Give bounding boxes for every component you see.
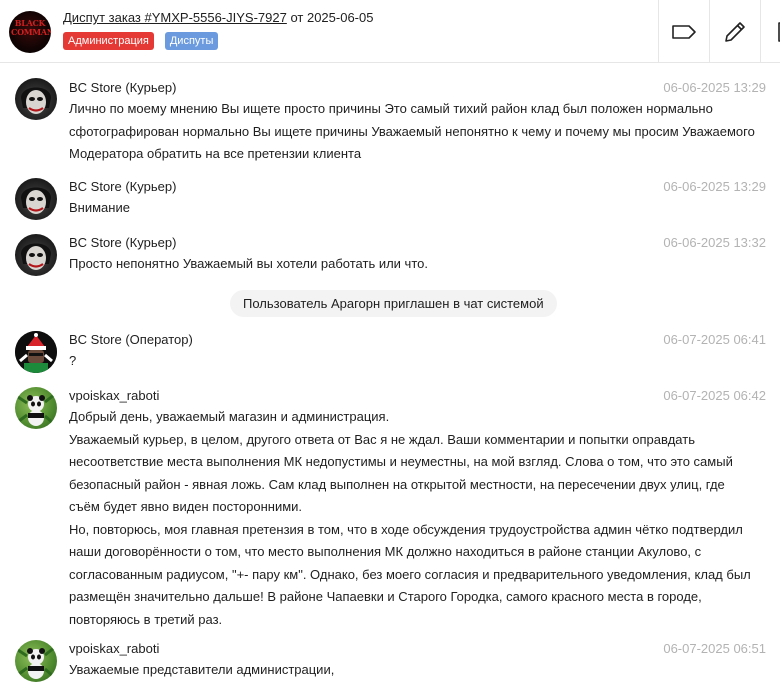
user-avatar (15, 640, 57, 682)
document-button[interactable] (760, 0, 780, 63)
message-text: Уважаемые представители администрации, (69, 659, 759, 682)
joker-face-icon (21, 187, 51, 214)
joker-face-icon (21, 87, 51, 114)
message-line: ? (69, 353, 77, 368)
order-link[interactable]: Диспут заказ #YMXP-5556-JIYS-7927 (63, 10, 287, 25)
message-sender: vpoiskax_raboti (69, 641, 160, 656)
panda-icon (17, 393, 55, 426)
operator-avatar (15, 331, 57, 373)
logo-text: BLACK COMMAND (11, 18, 51, 37)
message-time: 06-07-2025 06:51 (663, 641, 766, 656)
message-line: Уважаемые представители администрации, (69, 662, 335, 677)
message-line: Внимание (69, 200, 130, 215)
message-text: Лично по моему мнению Вы ищете просто пр… (69, 98, 759, 166)
message-line: Просто непонятно Уважаемый вы хотели раб… (69, 256, 428, 271)
dispute-date: от 2025-06-05 (286, 10, 374, 25)
edit-button[interactable] (709, 0, 760, 63)
message-time: 06-06-2025 13:29 (663, 80, 766, 95)
message-line: Лично по моему мнению Вы ищете просто пр… (69, 101, 755, 161)
operator-character-icon (15, 331, 57, 373)
header-actions (658, 0, 780, 63)
message-time: 06-06-2025 13:29 (663, 179, 766, 194)
joker-face-icon (21, 243, 51, 270)
chat-header: BLACK COMMAND Диспут заказ #YMXP-5556-JI… (0, 0, 780, 63)
badge-disputes: Диспуты (164, 32, 219, 50)
dispute-title: Диспут заказ #YMXP-5556-JIYS-7927 от 202… (63, 10, 373, 25)
message-sender: vpoiskax_raboti (69, 388, 160, 403)
message-sender: BC Store (Курьер) (69, 235, 177, 250)
courier-avatar (15, 178, 57, 220)
message-sender: BC Store (Курьер) (69, 80, 177, 95)
message-time: 06-07-2025 06:41 (663, 332, 766, 347)
panda-icon (17, 646, 55, 679)
tag-button[interactable] (658, 0, 709, 63)
message-sender: BC Store (Оператор) (69, 332, 193, 347)
user-avatar (15, 387, 57, 429)
document-icon (778, 21, 780, 42)
badge-administration: Администрация (63, 32, 154, 50)
badges: Администрация Диспуты (63, 32, 219, 50)
message-line: Добрый день, уважаемый магазин и админис… (69, 409, 390, 424)
system-notification: Пользователь Арагорн приглашен в чат сис… (230, 290, 557, 317)
message-text: ? (69, 350, 759, 373)
message-line: Но, повторюсь, моя главная претензия в т… (69, 521, 751, 627)
message-line: Уважаемый курьер, в целом, другого ответ… (69, 431, 733, 515)
message-text: Добрый день, уважаемый магазин и админис… (69, 406, 759, 631)
courier-avatar (15, 234, 57, 276)
tag-icon (672, 24, 696, 39)
courier-avatar (15, 78, 57, 120)
message-time: 06-06-2025 13:32 (663, 235, 766, 250)
message-text: Просто непонятно Уважаемый вы хотели раб… (69, 253, 759, 276)
message-sender: BC Store (Курьер) (69, 179, 177, 194)
pencil-icon (725, 21, 745, 42)
shop-logo: BLACK COMMAND (9, 11, 51, 53)
message-time: 06-07-2025 06:42 (663, 388, 766, 403)
message-text: Внимание (69, 197, 759, 220)
